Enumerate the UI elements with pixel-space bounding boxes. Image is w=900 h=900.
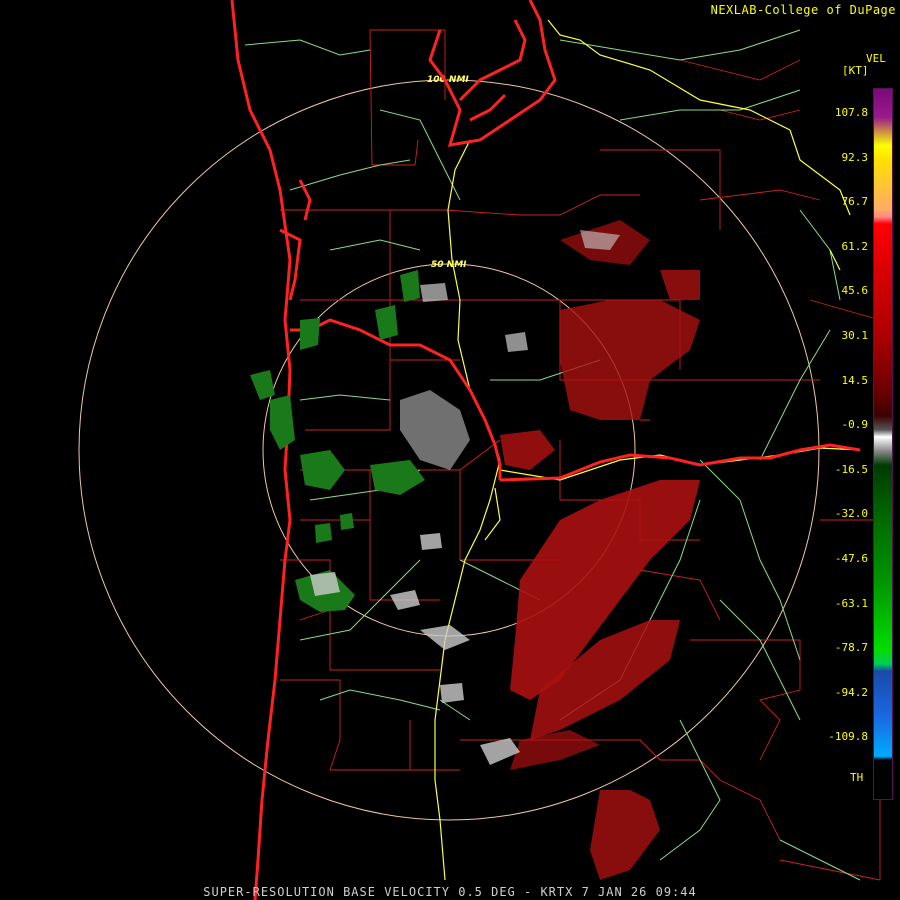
- legend-tick: -16.5: [834, 462, 868, 476]
- legend-tick: 61.2: [841, 239, 869, 253]
- legend-tick: 92.3: [841, 150, 869, 164]
- velocity-colorbar: [873, 88, 893, 800]
- legend-tick: -94.2: [834, 685, 868, 699]
- legend-tick: -0.9: [841, 418, 869, 432]
- legend-tick: TH: [850, 771, 864, 784]
- legend-tick: 107.8: [834, 106, 868, 119]
- legend-title: VEL: [866, 52, 886, 65]
- legend-tick: -47.6: [834, 552, 868, 565]
- legend-tick: 76.7: [841, 195, 869, 209]
- legend-tick: -63.1: [834, 596, 868, 610]
- legend-tick: 45.6: [841, 284, 869, 298]
- product-footer: SUPER-RESOLUTION BASE VELOCITY 0.5 DEG -…: [203, 885, 697, 899]
- legend-unit: [KT]: [842, 64, 869, 77]
- credit-text: NEXLAB-College of DuPage: [710, 3, 896, 17]
- range-label-inner: 50 NMI: [431, 260, 467, 270]
- legend-tick: 14.5: [841, 373, 869, 387]
- echoes-outbound: [500, 220, 700, 880]
- legend-tick: -78.7: [834, 641, 868, 655]
- legend-tick: 30.1: [841, 329, 869, 342]
- legend-tick: -32.0: [834, 507, 868, 521]
- legend-tick: -109.8: [828, 730, 868, 744]
- radar-map: 100 NMI 50 NMI: [78, 0, 881, 900]
